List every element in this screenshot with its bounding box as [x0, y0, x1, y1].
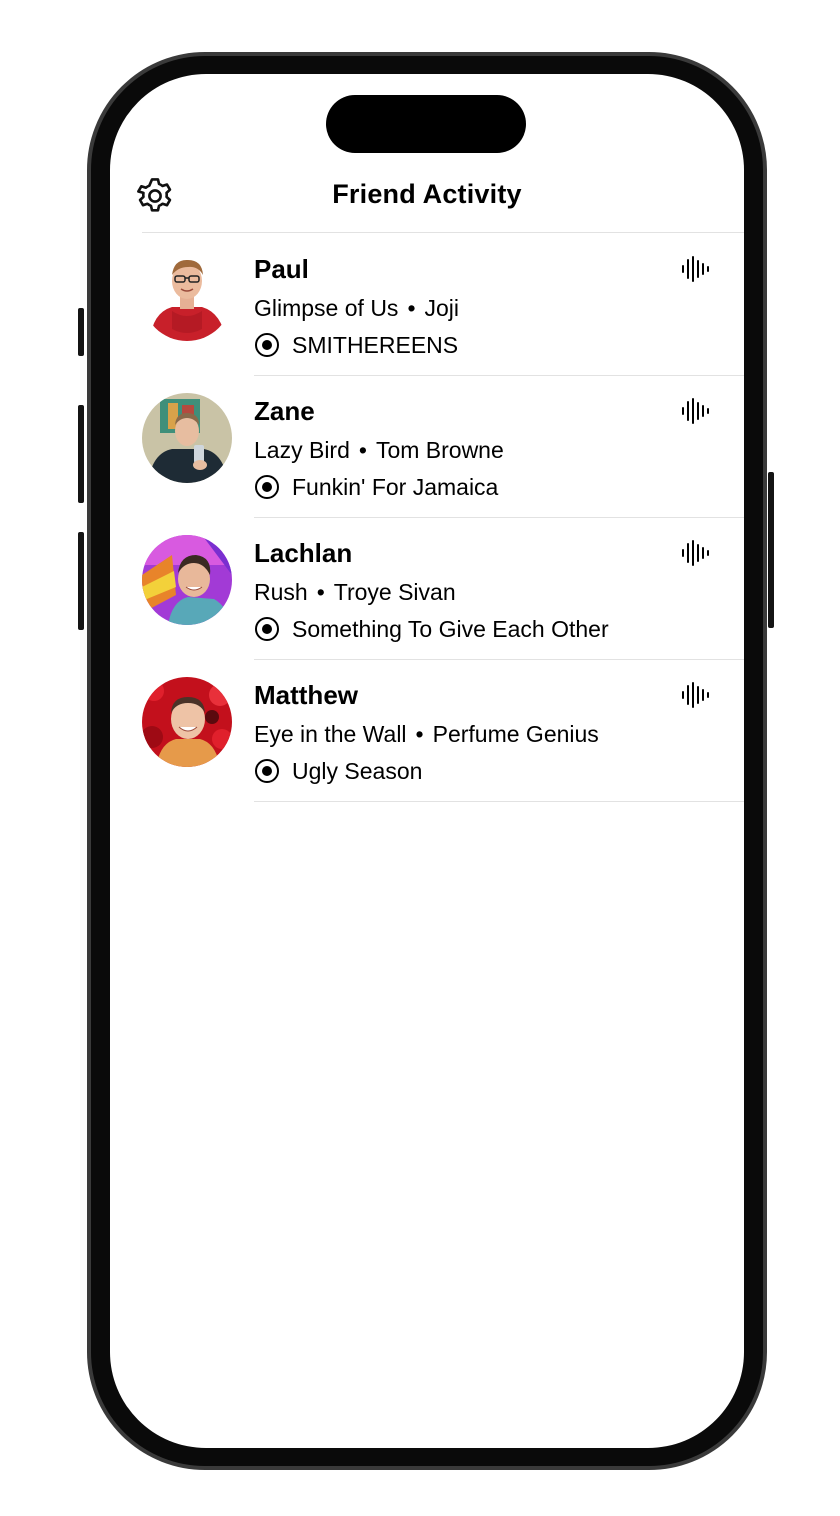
playing-context[interactable]: Funkin' For Jamaica [254, 472, 498, 502]
album-icon [255, 617, 279, 641]
context-name: Funkin' For Jamaica [292, 474, 499, 500]
context-name: Something To Give Each Other [292, 616, 609, 642]
action-button [78, 308, 84, 356]
track-title: Lazy Bird [254, 437, 350, 463]
artist-name: Troye Sivan [333, 579, 456, 605]
track-title: Rush [254, 579, 308, 605]
device-mockup: Friend Activity Paul Glimpse of Us • Joj… [0, 0, 840, 1516]
avatar[interactable] [142, 393, 232, 483]
track-line[interactable]: Eye in the Wall • Perfume Genius [254, 719, 599, 749]
context-name: Ugly Season [292, 758, 423, 784]
friend-row[interactable]: Paul Glimpse of Us • Joji SMITHEREENS [110, 234, 744, 376]
waveform-icon [682, 398, 709, 424]
track-title: Eye in the Wall [254, 721, 407, 747]
header-divider [142, 232, 744, 233]
track-line[interactable]: Rush • Troye Sivan [254, 577, 456, 607]
album-icon [255, 333, 279, 357]
power-button [768, 472, 774, 628]
waveform-icon [682, 540, 709, 566]
track-line[interactable]: Glimpse of Us • Joji [254, 293, 459, 323]
artist-name: Joji [424, 295, 460, 321]
waveform-icon [682, 682, 709, 708]
separator-dot: • [358, 437, 367, 463]
friend-name: Matthew [254, 680, 358, 710]
waveform-icon [682, 256, 709, 282]
friend-row[interactable]: Matthew Eye in the Wall • Perfume Genius U… [110, 660, 744, 802]
avatar[interactable] [142, 535, 232, 625]
context-name: SMITHEREENS [292, 332, 459, 358]
row-divider [254, 801, 744, 802]
nav-header: Friend Activity [110, 170, 744, 224]
friend-row[interactable]: Lachlan Rush • Troye Sivan Something To Gi… [110, 518, 744, 660]
separator-dot: • [407, 295, 416, 321]
playing-context[interactable]: Something To Give Each Other [254, 614, 609, 644]
screen: Friend Activity Paul Glimpse of Us • Joj… [110, 74, 744, 1448]
track-title: Glimpse of Us [254, 295, 399, 321]
page-title: Friend Activity [332, 179, 522, 209]
playing-context[interactable]: SMITHEREENS [254, 330, 458, 360]
playing-context[interactable]: Ugly Season [254, 756, 422, 786]
friend-name: Zane [254, 396, 315, 426]
avatar[interactable] [142, 251, 232, 341]
friend-name: Paul [254, 254, 309, 284]
artist-name: Perfume Genius [432, 721, 599, 747]
avatar[interactable] [142, 677, 232, 767]
friend-activity-list: Paul Glimpse of Us • Joji SMITHEREENS Za… [110, 234, 744, 802]
separator-dot: • [316, 579, 325, 605]
friend-name: Lachlan [254, 538, 353, 568]
phone-frame: Friend Activity Paul Glimpse of Us • Joj… [87, 52, 767, 1470]
track-line[interactable]: Lazy Bird • Tom Browne [254, 435, 504, 465]
volume-up-button [78, 405, 84, 503]
artist-name: Tom Browne [375, 437, 504, 463]
separator-dot: • [415, 721, 424, 747]
dynamic-island [326, 95, 526, 153]
album-icon [255, 759, 279, 783]
friend-row[interactable]: Zane Lazy Bird • Tom Browne Funkin' For Ja… [110, 376, 744, 518]
volume-down-button [78, 532, 84, 630]
album-icon [255, 475, 279, 499]
